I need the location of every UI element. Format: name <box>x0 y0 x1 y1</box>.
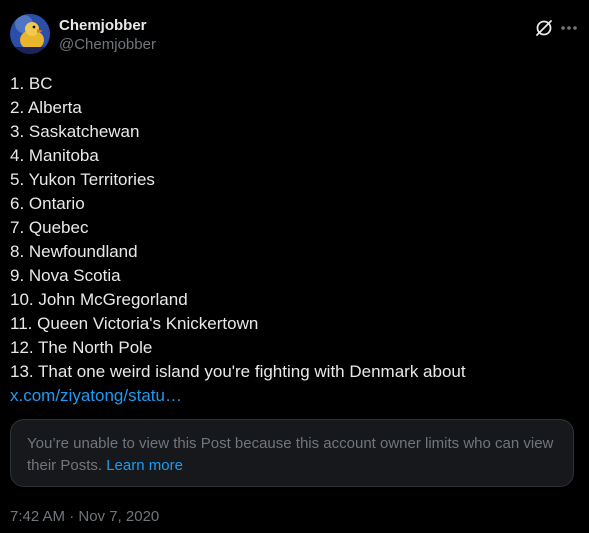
list-item: 7. Quebec <box>10 218 89 237</box>
list-item: 13. That one weird island you're fightin… <box>10 362 466 381</box>
learn-more-link[interactable]: Learn more <box>106 457 183 474</box>
display-name[interactable]: Chemjobber <box>59 16 156 35</box>
list-item: 12. The North Pole <box>10 338 153 357</box>
list-item: 11. Queen Victoria's Knickertown <box>10 314 259 333</box>
unavailable-post-notice: You’re unable to view this Post because … <box>10 419 574 487</box>
list-item: 3. Saskatchewan <box>10 122 140 141</box>
list-item: 4. Manitoba <box>10 146 99 165</box>
list-item: 5. Yukon Territories <box>10 170 155 189</box>
list-item: 10. John McGregorland <box>10 290 188 309</box>
avatar[interactable] <box>10 14 50 54</box>
tweet: Chemjobber @Chemjobber 1. BC 2. Alberta … <box>0 0 589 533</box>
list-item: 1. BC <box>10 74 53 93</box>
timestamp-link[interactable]: 7:42 AM · Nov 7, 2020 <box>10 508 159 525</box>
list-item: 2. Alberta <box>10 98 82 117</box>
tweet-text: 1. BC 2. Alberta 3. Saskatchewan 4. Mani… <box>10 72 580 408</box>
list-item: 6. Ontario <box>10 194 85 213</box>
more-icon[interactable] <box>558 17 580 39</box>
tweet-header: Chemjobber @Chemjobber <box>10 14 580 58</box>
quoted-post-link[interactable]: x.com/ziyatong/statu… <box>10 384 580 408</box>
list-item: 9. Nova Scotia <box>10 266 121 285</box>
timestamp[interactable]: 7:42 AM · Nov 7, 2020 <box>10 507 159 527</box>
grok-icon[interactable] <box>533 17 555 39</box>
handle[interactable]: @Chemjobber <box>59 35 156 55</box>
avatar-duck-icon <box>10 14 50 54</box>
list-item: 8. Newfoundland <box>10 242 138 261</box>
author-names: Chemjobber @Chemjobber <box>59 16 156 55</box>
